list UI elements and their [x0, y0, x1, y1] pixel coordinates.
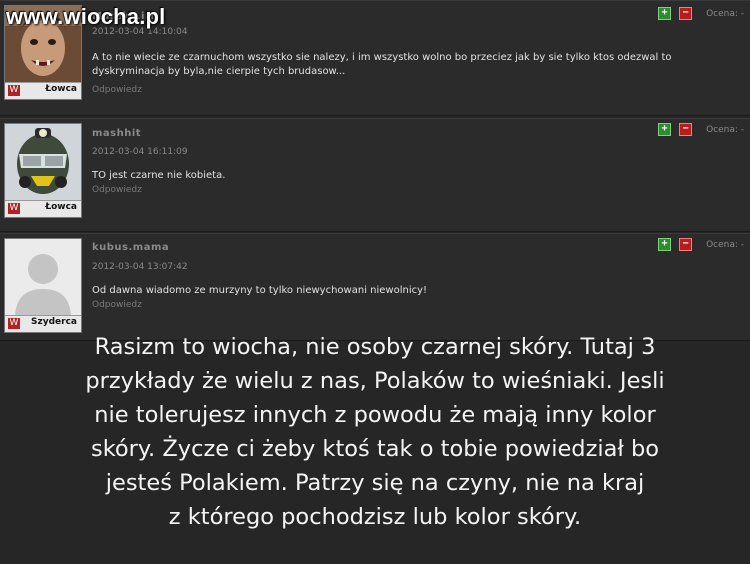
comment-item: W Szyderca kubus.mama 2012-03-04 13:07:4…	[0, 233, 750, 341]
reply-link[interactable]: Odpowiedz	[92, 85, 142, 95]
vote-down-button[interactable]: −	[679, 238, 693, 251]
rank-badge: W Łowca	[5, 200, 81, 217]
vote-down-button[interactable]: −	[679, 7, 693, 20]
rank-label: Szyderca	[31, 317, 77, 327]
vote-controls: + − Ocena: -	[658, 238, 744, 251]
comment-text-line: Od dawna wiadomo ze murzyny to tylko nie…	[92, 285, 428, 296]
avatar[interactable]	[5, 239, 81, 315]
caption-line: skóry. Życze ci żeby ktoś tak o tobie po…	[90, 436, 660, 462]
rank-icon: W	[8, 318, 20, 329]
site-watermark: www.wiocha.pl	[6, 4, 166, 29]
vote-controls: + − Ocena: -	[658, 123, 744, 136]
caption-line: Rasizm to wiocha, nie osoby czarnej skór…	[94, 334, 656, 360]
reply-link[interactable]: Odpowiedz	[92, 185, 142, 195]
avatar-box[interactable]: W Szyderca	[4, 238, 82, 333]
avatar[interactable]	[5, 124, 81, 200]
avatar-box[interactable]: W Łowca	[4, 123, 82, 218]
caption-line: nie tolerujesz innych z powodu że mają i…	[94, 402, 656, 428]
rank-icon: W	[8, 203, 20, 214]
vote-up-button[interactable]: +	[658, 123, 672, 136]
caption-line: przykłady że wielu z nas, Polaków to wie…	[85, 368, 665, 394]
comment-date: 2012-03-04 16:11:09	[92, 147, 188, 157]
comment-date: 2012-03-04 13:07:42	[92, 262, 188, 272]
comment-text: TO jest czarne nie kobieta.	[92, 169, 742, 183]
rank-icon: W	[8, 85, 20, 96]
rating-label: Ocena: -	[706, 124, 744, 135]
rating-label: Ocena: -	[706, 8, 744, 19]
comment-text-line: TO jest czarne nie kobieta.	[92, 170, 226, 181]
vote-controls: + − Ocena: -	[658, 7, 744, 20]
vote-up-button[interactable]: +	[658, 238, 672, 251]
comment-author[interactable]: mashhit	[92, 128, 141, 139]
caption-line: z którego pochodzisz lub kolor skóry.	[168, 504, 582, 530]
rating-label: Ocena: -	[706, 239, 744, 250]
rank-label: Łowca	[45, 202, 77, 212]
rank-label: Łowca	[45, 84, 77, 94]
reply-link[interactable]: Odpowiedz	[92, 300, 142, 310]
comment-text: A to nie wiecie ze czarnuchom wszystko s…	[92, 51, 742, 79]
vote-up-button[interactable]: +	[658, 7, 672, 20]
caption-line: jesteś Polakiem. Patrzy się na czyny, ni…	[105, 470, 645, 496]
rank-badge: W Łowca	[5, 82, 81, 99]
comment-text-line: A to nie wiecie ze czarnuchom wszystko s…	[92, 52, 672, 63]
caption-text: Rasizm to wiocha, nie osoby czarnej skór…	[10, 330, 740, 534]
comment-text: Od dawna wiadomo ze murzyny to tylko nie…	[92, 284, 742, 298]
comment-text-line: dyskryminacja by byla,nie cierpie tych b…	[92, 66, 346, 77]
comment-item: W Łowca mashhit 2012-03-04 16:11:09 TO j…	[0, 118, 750, 232]
vote-down-button[interactable]: −	[679, 123, 693, 136]
comment-author[interactable]: kubus.mama	[92, 242, 169, 253]
